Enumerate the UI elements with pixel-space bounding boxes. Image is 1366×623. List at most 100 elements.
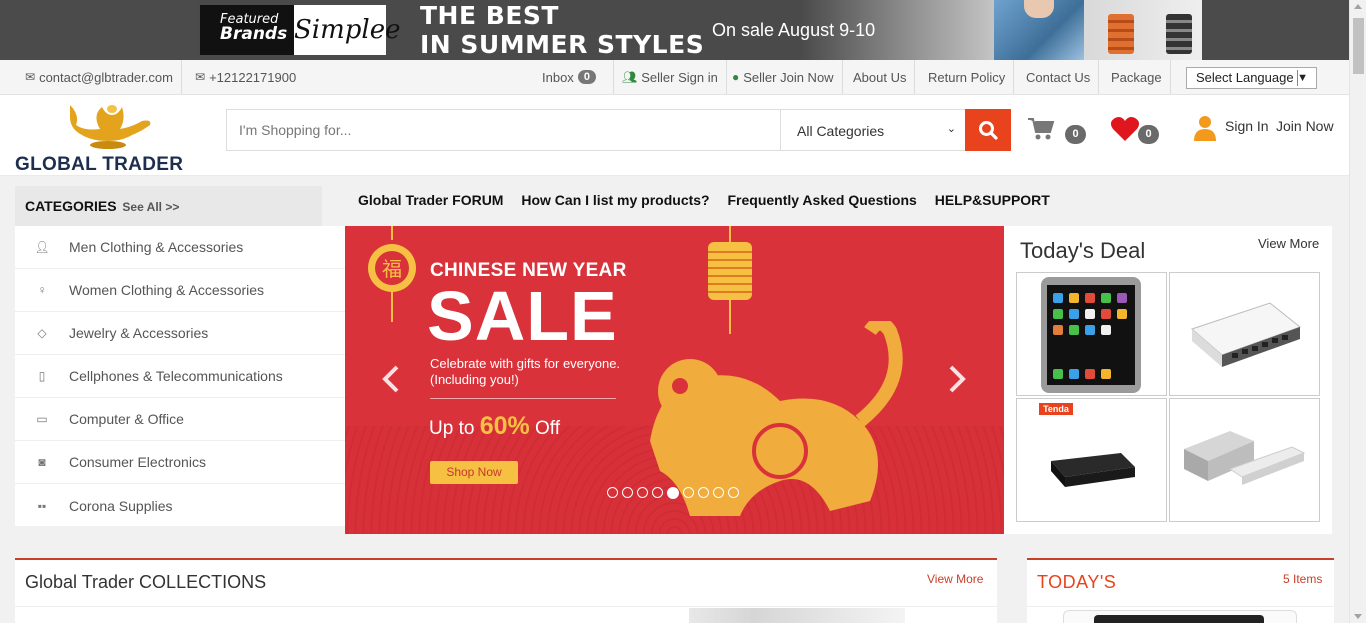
scrollbar-thumb[interactable] [1353, 18, 1364, 74]
slider-pagination [607, 487, 739, 499]
user-icon: ● [732, 70, 740, 84]
page-scrollbar[interactable] [1349, 0, 1366, 623]
seller-signin-label: Seller Sign in [641, 69, 718, 85]
camera-icon: ◙ [38, 455, 46, 469]
male-icon: 👤︎ [34, 240, 50, 254]
cart-count-badge: 0 [1065, 125, 1086, 144]
promo-model-image [994, 0, 1084, 60]
contact-link[interactable]: Contact Us [1018, 60, 1100, 94]
deal-product-network-switch[interactable] [1169, 272, 1320, 396]
category-select[interactable]: All Categories ⌄ [780, 109, 966, 151]
users-icon: 👥︎ [622, 70, 638, 84]
todays-items-count[interactable]: 5 Items [1283, 572, 1322, 586]
category-item-corona[interactable]: ▪▪ Corona Supplies [15, 484, 345, 527]
todays-deal-view-more[interactable]: View More [1258, 236, 1319, 251]
nav-faq-link[interactable]: Frequently Asked Questions [728, 192, 917, 208]
tenda-brand-label: Tenda [1039, 403, 1073, 415]
dropdown-arrow-icon: ▼ [1297, 72, 1308, 84]
category-item-electronics[interactable]: ◙ Consumer Electronics [15, 441, 345, 484]
slider-dot[interactable] [698, 487, 709, 498]
join-now-link[interactable]: Join Now [1276, 118, 1334, 134]
package-label: Package [1111, 69, 1162, 85]
network-switch-image [1191, 302, 1302, 367]
slider-dot[interactable] [728, 487, 739, 498]
site-header: GLOBAL TRADER I'm Shopping for... All Ca… [0, 95, 1349, 176]
category-item-cellphones[interactable]: ▯ Cellphones & Telecommunications [15, 355, 345, 398]
seller-join-link[interactable]: ● Seller Join Now [724, 60, 843, 94]
divider [15, 606, 997, 607]
shop-now-button[interactable]: Shop Now [430, 461, 518, 484]
promo-product-image [1166, 14, 1192, 54]
collection-image[interactable] [689, 608, 905, 623]
scroll-up-icon[interactable] [1354, 4, 1362, 9]
tablet-image [1041, 277, 1141, 393]
category-item-men[interactable]: 👤︎ Men Clothing & Accessories [15, 226, 345, 269]
utility-bar: ✉ contact@glbtrader.com ✉ +12122171900 I… [0, 60, 1349, 95]
nav-forum-link[interactable]: Global Trader FORUM [358, 192, 503, 208]
slider-dot[interactable] [667, 487, 679, 499]
promo-headline: THE BEST IN SUMMER STYLES [420, 1, 704, 59]
deal-product-tablet[interactable] [1016, 272, 1167, 396]
promo-banner[interactable]: Featured Brands Simplee THE BEST IN SUMM… [0, 0, 1349, 60]
charm-glyph: 福 [382, 257, 402, 281]
language-select-value: Select Language [1196, 70, 1294, 85]
hero-discount: Up to 60% Off [429, 412, 560, 441]
seller-signin-link[interactable]: 👥︎ Seller Sign in [613, 60, 727, 94]
search-button[interactable] [965, 109, 1011, 151]
category-select-value: All Categories [797, 123, 885, 139]
nav-help-link[interactable]: HELP&SUPPORT [935, 192, 1050, 208]
category-item-jewelry[interactable]: ◇ Jewelry & Accessories [15, 312, 345, 355]
slider-dot[interactable] [683, 487, 694, 498]
logo-wordmark[interactable]: GLOBAL TRADER [15, 154, 183, 176]
todays-section: TODAY'S 5 Items [1027, 558, 1334, 623]
category-item-women[interactable]: ♀ Women Clothing & Accessories [15, 269, 345, 312]
sign-in-link[interactable]: Sign In [1225, 118, 1269, 134]
see-all-link[interactable]: See All >> [122, 200, 179, 214]
hero-subtitle: Celebrate with gifts for everyone. (Incl… [430, 356, 620, 388]
deal-product-router[interactable]: Tenda [1016, 398, 1167, 522]
return-policy-label: Return Policy [928, 69, 1006, 85]
contact-phone[interactable]: ✉ +12122171900 [187, 60, 304, 94]
contact-email-text: contact@glbtrader.com [39, 69, 173, 85]
language-select[interactable]: Select Language ▼ [1186, 67, 1317, 89]
category-item-computer[interactable]: ▭ Computer & Office [15, 398, 345, 441]
router-image [1051, 453, 1135, 487]
scroll-down-icon[interactable] [1354, 614, 1362, 619]
female-icon: ♀ [37, 283, 47, 297]
diamond-icon: ◇ [37, 326, 47, 340]
chevron-right-icon[interactable] [947, 364, 967, 394]
package-link[interactable]: Package [1103, 60, 1171, 94]
hero-subtitle-line1: Celebrate with gifts for everyone. [430, 356, 621, 371]
todays-product-image[interactable] [1063, 610, 1297, 623]
featured-brands-badge: Featured Brands [200, 5, 294, 55]
brands-label: Brands [220, 24, 288, 44]
shopping-cart-icon [1028, 118, 1055, 140]
return-policy-link[interactable]: Return Policy [920, 60, 1015, 94]
magic-lamp-logo-icon[interactable] [62, 101, 154, 151]
slider-dot[interactable] [637, 487, 648, 498]
todays-deal-panel: Today's Deal View More Tenda [1004, 226, 1332, 534]
inbox-link[interactable]: Inbox 0 [534, 60, 604, 94]
hero-subtitle-line2: (Including you!) [430, 372, 519, 387]
deal-product-speaker[interactable] [1169, 398, 1320, 522]
contact-email[interactable]: ✉ contact@glbtrader.com [17, 60, 182, 94]
about-link[interactable]: About Us [845, 60, 916, 94]
hero-slider[interactable]: 福 CHINESE NEW YEAR SALE Celebrate with g… [345, 226, 1004, 534]
inbox-label: Inbox [542, 69, 574, 85]
contact-phone-text: +12122171900 [209, 69, 297, 85]
slider-dot[interactable] [652, 487, 663, 498]
divider [1027, 606, 1334, 607]
nav-list-products-link[interactable]: How Can I list my products? [521, 192, 709, 208]
cart-button[interactable] [1027, 116, 1055, 147]
chevron-left-icon[interactable] [381, 364, 401, 394]
search-input[interactable]: I'm Shopping for... [226, 109, 781, 151]
slider-dot[interactable] [713, 487, 724, 498]
lucky-charm-icon: 福 [368, 226, 416, 322]
collections-view-more[interactable]: View More [927, 572, 983, 586]
discount-prefix: Up to [429, 418, 475, 439]
categories-list: 👤︎ Men Clothing & Accessories ♀ Women Cl… [15, 226, 345, 526]
heart-icon[interactable] [1110, 116, 1140, 142]
slider-dot[interactable] [607, 487, 618, 498]
slider-dot[interactable] [622, 487, 633, 498]
promo-headline-line1: THE BEST [420, 1, 559, 30]
